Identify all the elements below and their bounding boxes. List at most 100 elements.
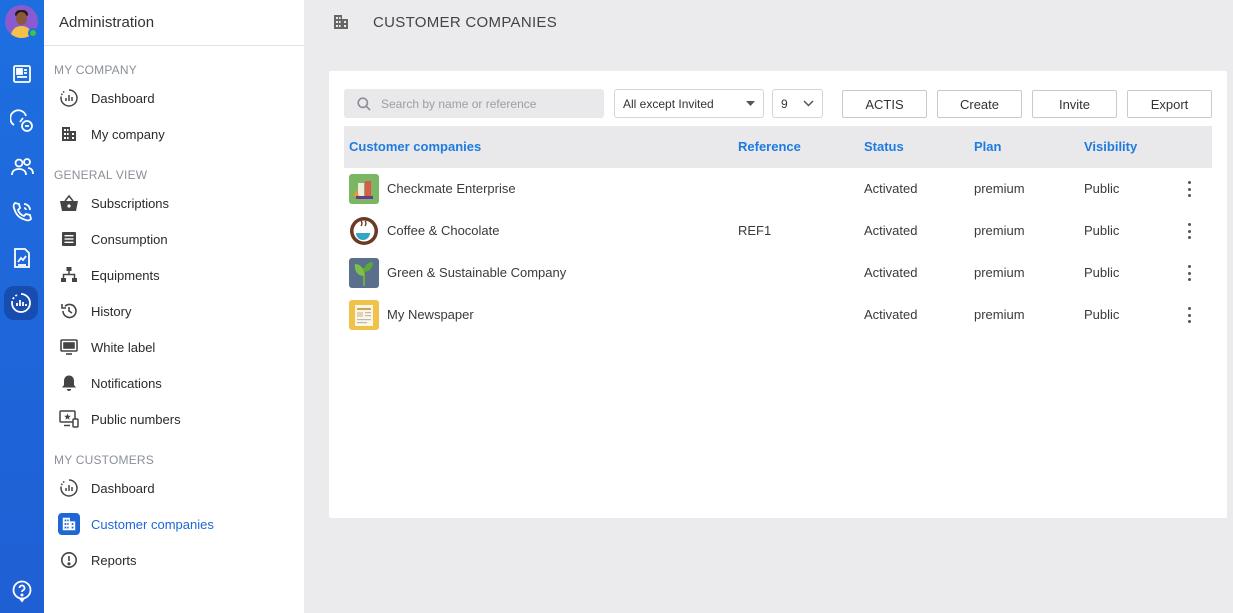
sidebar-item-public-numbers[interactable]: Public numbers (58, 405, 288, 433)
company-name[interactable]: Coffee & Chocolate (387, 223, 500, 238)
sidebar-item-my-company[interactable]: My company (58, 120, 288, 148)
help-icon[interactable] (8, 577, 36, 605)
search-box[interactable] (344, 89, 604, 118)
newspaper-logo (349, 300, 379, 330)
sidebar-item-customers-dashboard[interactable]: Dashboard (58, 474, 288, 502)
page-size-select[interactable]: 9 (772, 89, 823, 118)
company-visibility: Public (1084, 223, 1120, 238)
list-icon (58, 228, 80, 250)
sidebar-item-label: Dashboard (91, 480, 155, 496)
sidebar-item-customer-companies[interactable]: Customer companies (58, 510, 288, 538)
chess-logo (349, 174, 379, 204)
table-row[interactable]: My Newspaper Activated premium Public (344, 294, 1212, 336)
column-header-visibility[interactable]: Visibility (1084, 139, 1137, 154)
sidebar-divider (44, 45, 304, 46)
company-status: Activated (864, 223, 918, 238)
actis-button[interactable]: ACTIS (842, 90, 927, 118)
company-status: Activated (864, 265, 918, 280)
chevron-down-icon (803, 100, 814, 107)
company-name[interactable]: Green & Sustainable Company (387, 265, 566, 280)
sidebar-item-label: History (91, 303, 132, 319)
company-visibility: Public (1084, 307, 1120, 322)
basket-icon (58, 192, 80, 214)
sidebar-item-label: Reports (91, 552, 137, 568)
sidebar-item-label: Notifications (91, 375, 162, 391)
sidebar-item-label: White label (91, 339, 156, 355)
sidebar-item-subscriptions[interactable]: Subscriptions (58, 189, 288, 217)
table-header: Customer companies Reference Status Plan… (344, 126, 1212, 168)
search-input[interactable] (381, 96, 581, 111)
sidebar-section-general-view: GENERAL VIEW (54, 168, 148, 182)
document-icon[interactable] (8, 244, 36, 272)
company-name[interactable]: Checkmate Enterprise (387, 181, 516, 196)
sidebar-item-reports[interactable]: Reports (58, 546, 288, 574)
app-rail (0, 0, 44, 613)
page-size-value: 9 (781, 96, 788, 111)
column-header-reference[interactable]: Reference (738, 139, 801, 154)
table-row[interactable]: Coffee & Chocolate REF1 Activated premiu… (344, 210, 1212, 252)
column-header-name[interactable]: Customer companies (349, 139, 481, 154)
invite-button[interactable]: Invite (1032, 90, 1117, 118)
sidebar-item-history[interactable]: History (58, 297, 288, 325)
status-filter-select[interactable]: All except Invited (614, 89, 764, 118)
sidebar-item-notifications[interactable]: Notifications (58, 369, 288, 397)
sidebar-item-label: Equipments (91, 267, 160, 283)
search-icon (357, 96, 371, 111)
more-options-icon[interactable] (1186, 307, 1192, 323)
export-button[interactable]: Export (1127, 90, 1212, 118)
company-plan: premium (974, 265, 1025, 280)
more-options-icon[interactable] (1186, 223, 1192, 239)
page-header: CUSTOMER COMPANIES (304, 0, 1233, 46)
company-plan: premium (974, 307, 1025, 322)
company-name[interactable]: My Newspaper (387, 307, 474, 322)
history-icon (58, 300, 80, 322)
more-options-icon[interactable] (1186, 265, 1192, 281)
section-title: Administration (59, 14, 155, 31)
dashboard-icon (58, 87, 80, 109)
sidebar-item-dashboard[interactable]: Dashboard (58, 84, 288, 112)
sidebar-item-label: Customer companies (91, 516, 214, 532)
sidebar-item-equipments[interactable]: Equipments (58, 261, 288, 289)
caret-down-icon (746, 101, 755, 106)
company-reference: REF1 (738, 223, 772, 238)
dashboard-icon (58, 477, 80, 499)
table-row[interactable]: Checkmate Enterprise Activated premium P… (344, 168, 1212, 210)
company-visibility: Public (1084, 181, 1120, 196)
company-status: Activated (864, 181, 918, 196)
sidebar-item-consumption[interactable]: Consumption (58, 225, 288, 253)
building-icon (58, 513, 80, 535)
sidebar-section-my-company: MY COMPANY (54, 63, 137, 77)
sidebar-section-my-customers: MY CUSTOMERS (54, 453, 154, 467)
column-header-status[interactable]: Status (864, 139, 904, 154)
sidebar-item-label: Dashboard (91, 90, 155, 106)
sidebar-item-label: Subscriptions (91, 195, 170, 211)
page-title: CUSTOMER COMPANIES (373, 14, 558, 31)
more-options-icon[interactable] (1186, 181, 1192, 197)
presence-indicator (28, 28, 38, 38)
users-icon[interactable] (8, 153, 36, 181)
newspaper-icon[interactable] (8, 60, 36, 88)
sidebar-item-label: My company (91, 126, 165, 142)
sidebar: Administration MY COMPANY Dashboard My c… (44, 0, 304, 613)
gauge-phone-icon[interactable] (8, 107, 36, 135)
monitor-icon (58, 336, 80, 358)
bell-icon (58, 372, 80, 394)
sidebar-item-white-label[interactable]: White label (58, 333, 288, 361)
analytics-icon[interactable] (4, 286, 38, 320)
status-filter-value: All except Invited (623, 96, 714, 111)
building-icon (58, 123, 80, 145)
building-icon (332, 13, 350, 36)
hierarchy-icon (58, 264, 80, 286)
sidebar-item-label: Consumption (91, 231, 168, 247)
company-status: Activated (864, 307, 918, 322)
company-plan: premium (974, 223, 1025, 238)
companies-card: All except Invited 9 ACTIS Create Invite… (329, 71, 1227, 518)
coffee-logo (349, 216, 379, 246)
table-row[interactable]: Green & Sustainable Company Activated pr… (344, 252, 1212, 294)
alert-icon (58, 549, 80, 571)
leaf-logo (349, 258, 379, 288)
phone-icon[interactable] (8, 198, 36, 226)
column-header-plan[interactable]: Plan (974, 139, 1001, 154)
create-button[interactable]: Create (937, 90, 1022, 118)
company-visibility: Public (1084, 265, 1120, 280)
